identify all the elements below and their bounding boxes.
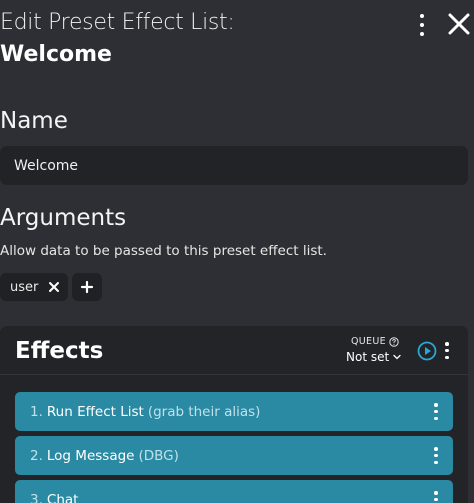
- kebab-dot: [434, 403, 438, 407]
- kebab-dot: [420, 32, 424, 36]
- effect-name: Log Message: [46, 447, 135, 464]
- preset-name-title: Welcome: [0, 42, 112, 67]
- effect-item-chat[interactable]: 3. Chat: [15, 480, 453, 503]
- effect-detail: (grab their alias): [147, 403, 261, 420]
- effect-number: 2.: [30, 447, 43, 464]
- effect-name: Chat: [46, 491, 79, 503]
- kebab-dot: [434, 453, 438, 458]
- effects-menu-button[interactable]: [443, 342, 451, 359]
- help-circle-icon[interactable]: [389, 336, 399, 347]
- effects-heading: Effects: [15, 338, 104, 364]
- kebab-dot: [445, 355, 449, 359]
- kebab-dot: [434, 497, 438, 502]
- plus-icon: [80, 280, 94, 294]
- kebab-dot: [434, 409, 438, 414]
- kebab-dot: [420, 23, 424, 27]
- header-menu-button[interactable]: [414, 14, 430, 36]
- argument-chip-label: user: [10, 279, 39, 295]
- kebab-dot: [434, 416, 438, 420]
- arguments-heading: Arguments: [0, 205, 127, 231]
- effect-item-run-effect-list[interactable]: 1. Run Effect List (grab their alias): [15, 392, 453, 431]
- queue-label-group: QUEUE: [351, 336, 399, 347]
- queue-value: Not set: [346, 350, 390, 364]
- effect-number: 1.: [30, 403, 43, 420]
- effect-menu-button[interactable]: [433, 447, 439, 464]
- kebab-dot: [445, 342, 449, 346]
- chevron-down-icon: [393, 354, 401, 360]
- close-icon[interactable]: [48, 281, 60, 293]
- queue-label: QUEUE: [351, 336, 386, 347]
- name-heading: Name: [0, 108, 68, 134]
- effect-menu-button[interactable]: [433, 491, 439, 503]
- preset-name-input[interactable]: [0, 146, 468, 185]
- effect-name: Run Effect List: [46, 403, 144, 420]
- play-circle-icon[interactable]: [417, 341, 437, 361]
- modal-title: Edit Preset Effect List:: [0, 10, 235, 35]
- effect-number: 3.: [30, 491, 43, 503]
- close-icon[interactable]: [446, 11, 472, 37]
- argument-chip-user: user: [0, 273, 69, 301]
- kebab-dot: [420, 14, 424, 18]
- kebab-dot: [434, 460, 438, 464]
- kebab-dot: [434, 447, 438, 451]
- effect-menu-button[interactable]: [433, 403, 439, 420]
- arguments-description: Allow data to be passed to this preset e…: [0, 243, 327, 259]
- edit-preset-effect-list-modal: Edit Preset Effect List: Welcome Name Ar…: [0, 0, 474, 503]
- effects-panel: Effects QUEUE Not set 1. Run Effect List…: [0, 326, 468, 503]
- kebab-dot: [445, 348, 449, 353]
- kebab-dot: [434, 491, 438, 495]
- add-argument-button[interactable]: [72, 273, 102, 301]
- divider: [0, 374, 468, 375]
- queue-dropdown[interactable]: Not set: [346, 350, 401, 364]
- effect-item-log-message[interactable]: 2. Log Message (DBG): [15, 436, 453, 475]
- effect-detail: (DBG): [138, 447, 179, 464]
